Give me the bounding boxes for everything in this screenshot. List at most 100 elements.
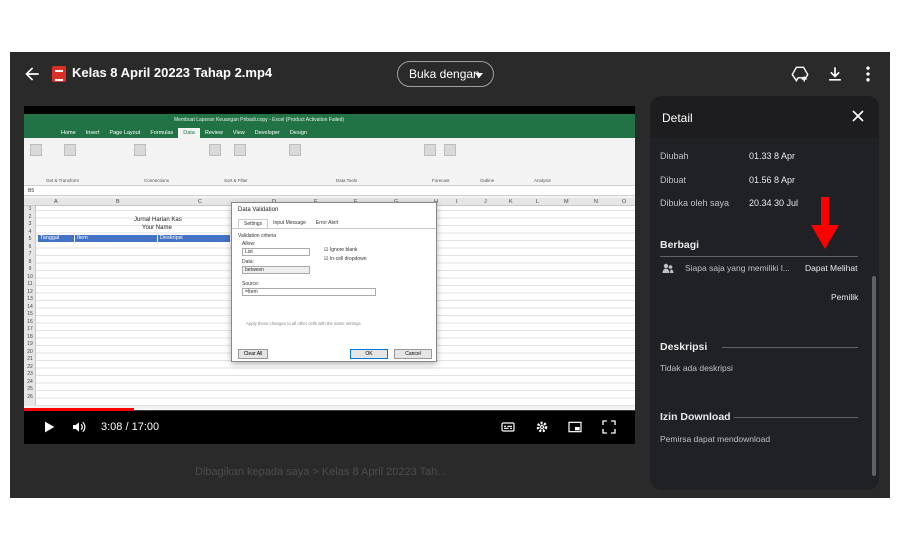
created-value: 01.56 8 Apr xyxy=(749,175,796,185)
get-data-icon xyxy=(30,144,42,156)
row-header: 22 xyxy=(27,363,33,370)
miniplayer-icon[interactable] xyxy=(566,419,584,435)
dialog-tab: Error Alert xyxy=(315,220,339,226)
refresh-all-icon xyxy=(134,144,146,156)
ribbon-group-label: Analysis xyxy=(534,178,551,183)
detail-title: Detail xyxy=(662,111,693,125)
playback-time: 3:08 / 17:00 xyxy=(101,421,160,433)
row-header: 26 xyxy=(27,393,33,400)
column-header: O xyxy=(622,199,627,205)
row-headers: 1 2 3 4 5 6 7 8 9 10 11 12 13 14 15 16 17 18 19 20 21 22 23 24 2… xyxy=(24,206,36,406)
cancel-button: Cancel xyxy=(394,349,432,359)
column-header: J xyxy=(484,199,487,205)
ribbon-tab: View xyxy=(232,130,245,136)
sheet-title: Jurnal Harian Kas xyxy=(134,217,182,223)
ribbon-tab: Formulas xyxy=(150,130,174,136)
video-player[interactable]: Membuat Laporan Keuangan Pribadi.copy - … xyxy=(24,106,635,444)
dialog-tab: Settings xyxy=(238,219,269,228)
modified-label: Diubah xyxy=(660,151,689,161)
ribbon-group-label: Outline xyxy=(480,178,495,183)
apply-all-checkbox: Apply these changes to all other cells w… xyxy=(246,321,361,326)
column-header: L xyxy=(536,199,540,205)
video-frame-excel: Membuat Laporan Keuangan Pribadi.copy - … xyxy=(24,114,635,410)
download-icon[interactable] xyxy=(825,64,845,84)
ribbon-tab: Developer xyxy=(254,130,280,136)
download-heading: Izin Download xyxy=(660,411,731,423)
sharing-heading: Berbagi xyxy=(660,239,700,251)
share-who[interactable]: Siapa saja yang memiliki l... xyxy=(685,263,790,273)
row-header: 1 xyxy=(28,206,32,212)
in-cell-dropdown-label: In-cell dropdown xyxy=(329,256,367,262)
row-header: 11 xyxy=(27,281,33,287)
volume-icon[interactable] xyxy=(70,419,88,435)
in-cell-dropdown-checkbox: ☑ In-cell dropdown xyxy=(324,256,367,262)
background-breadcrumb: Dibagikan kepada saya > Kelas 8 April 20… xyxy=(195,466,447,478)
row-header: 6 xyxy=(28,243,32,250)
preview-toolbar: Kelas 8 April 20223 Tahap 2.mp4 Buka den… xyxy=(10,52,890,96)
row-header: 21 xyxy=(27,356,33,362)
row-header: 7 xyxy=(28,251,32,257)
settings-gear-icon[interactable] xyxy=(533,419,551,435)
column-header: C xyxy=(198,199,202,205)
column-header: I xyxy=(456,199,458,205)
data-select: between xyxy=(242,266,310,274)
description-heading: Deskripsi xyxy=(660,341,708,353)
back-arrow-icon[interactable] xyxy=(22,64,42,84)
excel-window-title: Membuat Laporan Keuangan Pribadi.copy - … xyxy=(24,114,635,126)
captions-icon[interactable] xyxy=(499,419,517,435)
data-validation-dialog: Data Validation Settings Input Message E… xyxy=(231,202,437,362)
row-header: 9 xyxy=(28,266,32,272)
file-title: Kelas 8 April 20223 Tahap 2.mp4 xyxy=(72,65,273,80)
share-role[interactable]: Dapat Melihat xyxy=(805,263,857,273)
ribbon-tab: Data xyxy=(178,128,200,138)
table-header-cell: Tanggal xyxy=(38,235,74,242)
what-if-icon xyxy=(424,144,436,156)
more-vert-icon[interactable] xyxy=(858,64,878,84)
row-header: 12 xyxy=(27,288,33,295)
link-share-icon xyxy=(662,263,674,273)
divider xyxy=(660,256,858,257)
red-arrow-annotation xyxy=(811,197,839,249)
source-input: =Item xyxy=(242,288,376,296)
criteria-label: Validation criteria xyxy=(238,233,276,239)
add-to-drive-icon[interactable] xyxy=(790,64,810,84)
allow-label: Allow: xyxy=(242,241,256,247)
ribbon-group-label: Sort & Filter xyxy=(224,178,248,183)
data-label: Data: xyxy=(242,259,254,265)
play-icon[interactable] xyxy=(40,419,58,435)
open-with-button[interactable]: Buka dengan xyxy=(397,61,494,87)
player-controls: 3:08 / 17:00 xyxy=(24,413,635,441)
table-header-cell: Deskripsi xyxy=(158,235,230,242)
ribbon-group-label: Connections xyxy=(144,178,170,183)
ignore-blank-label: Ignore blank xyxy=(329,247,358,253)
row-header: 3 xyxy=(28,221,32,227)
drive-preview-overlay: Kelas 8 April 20223 Tahap 2.mp4 Buka den… xyxy=(10,52,890,498)
dialog-body: Validation criteria Allow: List Data: be… xyxy=(232,229,436,329)
panel-scrollbar[interactable] xyxy=(872,276,876,476)
row-header: 17 xyxy=(27,326,33,332)
column-header: A xyxy=(54,199,58,205)
forecast-icon xyxy=(444,144,456,156)
open-with-label: Buka dengan xyxy=(409,67,480,81)
fullscreen-icon[interactable] xyxy=(600,419,618,435)
ribbon-group-label: Get & Transform xyxy=(46,178,80,183)
ribbon-tab: Review xyxy=(204,130,223,136)
description-text: Tidak ada deskripsi xyxy=(660,363,733,373)
sort-icon xyxy=(209,144,221,156)
column-header: M xyxy=(564,199,569,205)
row-header: 23 xyxy=(27,371,33,377)
column-header: B xyxy=(116,199,120,205)
row-header: 14 xyxy=(27,303,33,310)
download-text: Pemirsa dapat mendownload xyxy=(660,434,771,444)
row-header: 15 xyxy=(27,311,33,317)
dialog-tab: Input Message xyxy=(273,220,306,226)
row-header: 10 xyxy=(27,273,33,280)
divider xyxy=(734,417,858,418)
excel-formula-bar: B5 xyxy=(24,186,635,196)
ribbon-tab: Page Layout xyxy=(109,130,141,136)
allow-select: List xyxy=(242,248,310,256)
column-header: N xyxy=(594,199,598,205)
name-box: B5 xyxy=(28,188,35,194)
ribbon-tab: Insert xyxy=(85,130,100,136)
close-icon[interactable] xyxy=(851,109,865,123)
